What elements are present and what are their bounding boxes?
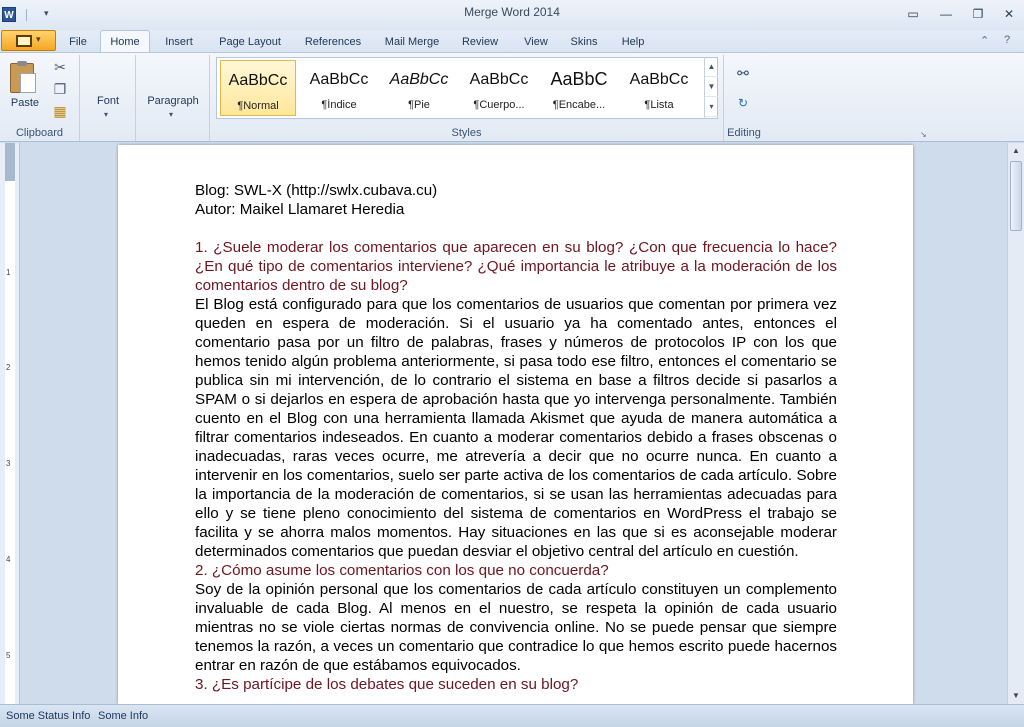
question-3: 3. ¿Es partícipe de los debates que suce… (195, 676, 579, 693)
paste-button-label[interactable]: Paste (4, 97, 46, 109)
vertical-ruler: 1 2 3 4 5 (0, 143, 20, 704)
editing-group: ⚯ ↻ Editing (724, 55, 764, 141)
styles-scroll: ▲ ▼ ▾ (704, 57, 718, 119)
style-indice[interactable]: AaBbCc ¶Índice (301, 60, 377, 116)
tab-mail-merge[interactable]: Mail Merge (378, 33, 446, 52)
help-icon[interactable]: ? (1004, 34, 1010, 46)
style-lista[interactable]: AaBbCc ¶Lista (621, 60, 697, 116)
restore-layout-button[interactable]: ▭ (900, 4, 926, 24)
style-normal[interactable]: AaBbCc ¶Normal (220, 60, 296, 116)
application-menu-button[interactable]: ▾ (1, 30, 56, 51)
question-2: 2. ¿Cómo asume los comentarios con los q… (195, 562, 609, 579)
dialog-launcher-icon[interactable]: ↘ (920, 130, 927, 139)
styles-group-label: Styles (451, 127, 482, 139)
vertical-scrollbar[interactable]: ▲ ▼ (1007, 143, 1024, 704)
tab-review[interactable]: Review (456, 33, 504, 52)
paragraph-group: Paragraph ▾ (136, 55, 210, 141)
paragraph-dropdown-icon[interactable]: ▾ (169, 110, 173, 119)
window-title: Merge Word 2014 (464, 5, 560, 19)
clipboard-group: Paste ✂ ❐ ▦ Clipboard (0, 55, 80, 141)
close-button[interactable]: ✕ (996, 4, 1022, 24)
ribbon-tabs: ▾ File Home Insert Page Layout Reference… (0, 30, 1024, 53)
status-bar: Some Status Info Some Info (0, 704, 1024, 727)
style-pie[interactable]: AaBbCc ¶Pie (381, 60, 457, 116)
answer-1: El Blog está configurado para que los co… (195, 296, 837, 560)
find-icon[interactable]: ⚯ (735, 65, 751, 81)
editing-group-label: Editing (727, 127, 761, 139)
document-page[interactable]: Blog: SWL-X (http://swlx.cubava.cu) Auto… (118, 145, 913, 704)
chevron-down-icon: ▾ (36, 34, 41, 44)
tab-home[interactable]: Home (100, 30, 150, 53)
font-group: Font ▾ (80, 55, 136, 141)
tab-insert[interactable]: Insert (158, 33, 200, 52)
quick-styles-gallery: AaBbCc ¶Normal AaBbCc ¶Índice AaBbCc ¶Pi… (216, 57, 718, 119)
scroll-thumb[interactable] (1010, 161, 1022, 231)
font-button-label[interactable]: Font (80, 95, 136, 107)
tab-file[interactable]: File (62, 33, 94, 52)
tab-page-layout[interactable]: Page Layout (212, 33, 288, 52)
style-encabezado[interactable]: AaBbC ¶Encabe... (541, 60, 617, 116)
minimize-ribbon-icon[interactable]: ⌃ (980, 34, 989, 47)
scissors-icon[interactable]: ✂ (52, 59, 68, 75)
styles-scroll-down-icon[interactable]: ▼ (705, 77, 718, 97)
clipboard-group-label: Clipboard (15, 127, 64, 139)
maximize-button[interactable]: ❐ (965, 4, 991, 24)
paste-icon[interactable] (10, 61, 38, 93)
answer-2: Soy de la opinión personal que los comen… (195, 581, 837, 674)
styles-scroll-up-icon[interactable]: ▲ (705, 57, 718, 77)
status-info: Some Status Info (6, 710, 91, 722)
replace-icon[interactable]: ↻ (735, 95, 751, 111)
format-painter-icon[interactable]: ▦ (52, 103, 68, 119)
tab-references[interactable]: References (298, 33, 368, 52)
blog-line: Blog: SWL-X (http://swlx.cubava.cu) (195, 182, 438, 199)
title-bar: W ▾ Merge Word 2014 ▭ — ❐ ✕ (0, 0, 1024, 30)
ribbon: Paste ✂ ❐ ▦ Clipboard Font ▾ Paragraph ▾… (0, 52, 1024, 142)
question-1: 1. ¿Suele moderar los comentarios que ap… (195, 239, 837, 294)
document-area: 1 2 3 4 5 Blog: SWL-X (http://swlx.cubav… (0, 143, 1024, 704)
tab-help[interactable]: Help (614, 33, 652, 52)
font-dropdown-icon[interactable]: ▾ (104, 110, 108, 119)
scroll-down-icon[interactable]: ▼ (1008, 688, 1024, 704)
paragraph-button-label[interactable]: Paragraph (136, 95, 210, 107)
minimize-button[interactable]: — (933, 4, 959, 24)
copy-icon[interactable]: ❐ (52, 81, 68, 97)
tab-view[interactable]: View (516, 33, 556, 52)
document-icon (16, 35, 32, 47)
scroll-up-icon[interactable]: ▲ (1008, 143, 1024, 159)
document-body[interactable]: Blog: SWL-X (http://swlx.cubava.cu) Auto… (195, 181, 837, 694)
status-info-secondary: Some Info (98, 710, 149, 722)
author-line: Autor: Maikel Llamaret Heredia (195, 201, 405, 218)
style-cuerpo[interactable]: AaBbCc ¶Cuerpo... (461, 60, 537, 116)
tab-skins[interactable]: Skins (564, 33, 604, 52)
styles-more-icon[interactable]: ▾ (705, 97, 718, 117)
